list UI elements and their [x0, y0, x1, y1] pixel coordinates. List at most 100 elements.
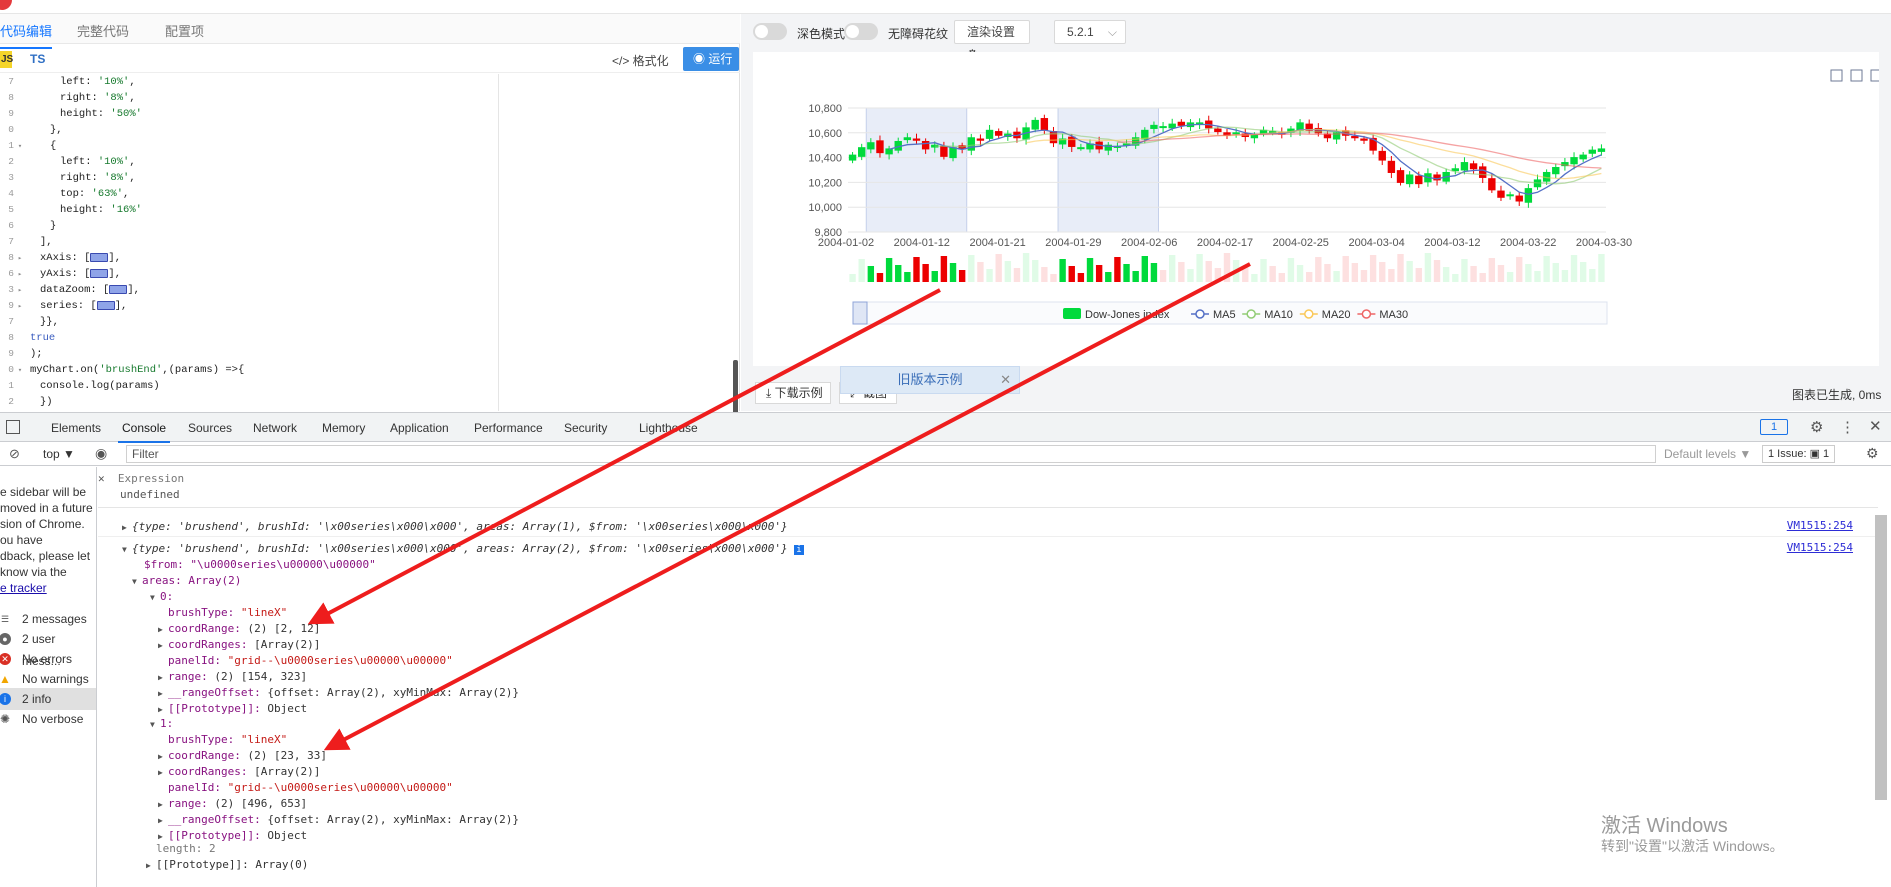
tab-lighthouse[interactable]: Lighthouse — [639, 421, 698, 435]
brush-polygon-icon[interactable] — [1850, 69, 1863, 82]
expand-triangle-icon[interactable]: ▶ — [158, 813, 168, 829]
console-log-row[interactable]: ▶ {type: 'brushend', brushId: '\x00series… — [122, 519, 1891, 535]
fold-arrow-icon[interactable]: ▸ — [14, 251, 26, 267]
tab-application[interactable]: Application — [390, 421, 449, 435]
tab-console[interactable]: Console — [117, 421, 171, 443]
expand-triangle-icon[interactable]: ▶ — [158, 622, 168, 638]
sidebar-item-user-messages[interactable]: ● 2 user mess... — [0, 628, 96, 668]
volume-bar — [1141, 256, 1149, 282]
collapsed-code-pill[interactable] — [90, 252, 109, 262]
source-link[interactable]: VM1515:254 — [1787, 541, 1853, 554]
tab-network[interactable]: Network — [253, 421, 297, 435]
x-tick-label: 2004-02-17 — [1197, 237, 1253, 249]
expand-triangle-icon[interactable]: ▶ — [122, 520, 132, 536]
fold-arrow-icon[interactable]: ▸ — [14, 283, 26, 299]
format-button[interactable]: </> 格式化 — [612, 52, 669, 69]
brush-linex-icon[interactable] — [1870, 69, 1879, 82]
volume-bar — [858, 259, 865, 282]
sidebar-item-info[interactable]: i 2 info — [0, 688, 96, 710]
area-property[interactable]: ▶ coordRange: (2) [2, 12] — [158, 621, 1891, 637]
eye-icon[interactable]: ◉ — [95, 445, 107, 462]
tab-performance[interactable]: Performance — [474, 421, 543, 435]
accessibility-toggle[interactable] — [844, 23, 878, 40]
tab-elements[interactable]: Elements — [51, 421, 101, 435]
volume-bar — [1169, 255, 1176, 282]
tab-full-code[interactable]: 完整代码 — [77, 21, 129, 40]
log-message: {type: 'brushend', brushId: '\x00series\… — [132, 520, 788, 533]
device-toggle-icon[interactable] — [6, 420, 20, 434]
source-link[interactable]: VM1515:254 — [1787, 519, 1853, 532]
collapsed-code-pill[interactable] — [109, 284, 128, 294]
area-property[interactable]: ▶ [[Prototype]]: Object — [158, 701, 1891, 717]
collapse-triangle-icon[interactable]: ▼ — [150, 717, 160, 733]
tab-memory[interactable]: Memory — [322, 421, 365, 435]
log-message: {type: 'brushend', brushId: '\x00series\… — [132, 542, 788, 555]
filter-input[interactable]: Filter — [126, 445, 1656, 463]
fold-arrow-icon[interactable]: ▾ — [14, 363, 26, 379]
volume-bar — [1041, 267, 1048, 282]
area-property[interactable]: ▶ range: (2) [154, 323] — [158, 669, 1891, 685]
expand-triangle-icon[interactable]: ▶ — [158, 686, 168, 702]
console-log-row[interactable]: ▼ {type: 'brushend', brushId: '\x00series… — [122, 541, 1891, 557]
area-item[interactable]: ▼ 0: — [150, 589, 1891, 605]
close-devtools-icon[interactable]: ✕ — [1869, 417, 1882, 435]
expand-triangle-icon[interactable]: ▶ — [158, 638, 168, 654]
default-levels-select[interactable]: Default levels ▼ — [1664, 447, 1751, 461]
old-version-label: 旧版本示例 — [897, 372, 963, 387]
collapse-triangle-icon[interactable]: ▼ — [132, 574, 142, 590]
clear-console-icon[interactable]: ⊘ — [9, 446, 20, 462]
old-version-banner[interactable]: 旧版本示例 ✕ — [840, 366, 1020, 394]
expand-triangle-icon[interactable]: ▶ — [146, 858, 156, 874]
render-settings-button[interactable]: 渲染设置 ⚙ — [954, 20, 1030, 61]
issues-count-button[interactable]: 1 Issue: ▣ 1 — [1762, 445, 1836, 463]
tab-sources[interactable]: Sources — [188, 421, 232, 435]
area-item[interactable]: ▼ 1: — [150, 716, 1891, 732]
run-button[interactable]: ◉ 运行 — [683, 47, 739, 71]
collapsed-code-pill[interactable] — [90, 268, 109, 278]
lang-js-toggle[interactable]: JS — [0, 51, 13, 68]
expand-triangle-icon[interactable]: ▶ — [158, 749, 168, 765]
area-property[interactable]: ▶ coordRanges: [Array(2)] — [158, 637, 1891, 653]
close-icon[interactable]: ✕ — [98, 472, 111, 485]
settings-gear-icon[interactable]: ⚙ — [1810, 418, 1823, 436]
candlestick-chart[interactable]: 10,80010,60010,40010,20010,0009,8002004-… — [753, 52, 1879, 366]
sidebar-item-errors[interactable]: ✕ No errors — [0, 648, 96, 670]
fold-arrow-icon[interactable]: ▸ — [14, 299, 26, 315]
fold-arrow-icon[interactable]: ▾ — [14, 139, 26, 155]
expand-triangle-icon[interactable]: ▶ — [158, 797, 168, 813]
console-scrollbar[interactable] — [1875, 515, 1887, 800]
area-property[interactable]: ▶ __rangeOffset: {offset: Array(2), xyMin… — [158, 685, 1891, 701]
volume-bar — [1095, 265, 1103, 282]
area-property[interactable]: ▶ coordRange: (2) [23, 33] — [158, 748, 1891, 764]
expand-triangle-icon[interactable]: ▶ — [158, 765, 168, 781]
console-settings-icon[interactable]: ⚙ — [1866, 445, 1879, 462]
collapse-triangle-icon[interactable]: ▼ — [122, 542, 132, 558]
fold-arrow-icon[interactable]: ▸ — [14, 267, 26, 283]
expand-triangle-icon[interactable]: ▶ — [158, 670, 168, 686]
version-select[interactable]: 5.2.1 ⌵ — [1054, 20, 1126, 44]
lang-ts-toggle[interactable]: TS — [30, 52, 45, 66]
download-example-button[interactable]: ⤓ 下载示例 — [755, 382, 831, 404]
areas-label: areas: Array(2) — [142, 574, 242, 587]
dark-mode-toggle[interactable] — [753, 23, 787, 40]
tab-security[interactable]: Security — [564, 421, 607, 435]
sidebar-item-verbose[interactable]: ✺ No verbose — [0, 708, 96, 730]
line-number: 9 — [8, 300, 14, 311]
issues-badge[interactable]: 1 — [1760, 419, 1788, 435]
areas-property[interactable]: ▼ areas: Array(2) — [132, 573, 1891, 589]
sidebar-item-warnings[interactable]: ▲ No warnings — [0, 668, 96, 690]
close-icon[interactable]: ✕ — [1000, 367, 1011, 393]
context-select[interactable]: top ▼ — [43, 447, 75, 461]
brush-rect-icon[interactable] — [1830, 69, 1843, 82]
collapse-triangle-icon[interactable]: ▼ — [150, 590, 160, 606]
issue-tracker-link[interactable]: e tracker — [0, 580, 47, 596]
version-value: 5.2.1 — [1067, 25, 1094, 39]
array-prototype[interactable]: ▶ [[Prototype]]: Array(0) — [146, 857, 1891, 873]
tab-code-edit[interactable]: 代码编辑 — [0, 21, 53, 49]
area-property[interactable]: ▶ coordRanges: [Array(2)] — [158, 764, 1891, 780]
sidebar-item-messages[interactable]: ☰ 2 messages — [0, 608, 96, 630]
more-menu-icon[interactable]: ⋮ — [1840, 418, 1855, 436]
code-area[interactable]: 7 left: '10%', 8 right: '8%', 9 height: '50%'… — [0, 74, 740, 411]
tab-config[interactable]: 配置项 — [165, 21, 204, 40]
collapsed-code-pill[interactable] — [96, 300, 115, 310]
